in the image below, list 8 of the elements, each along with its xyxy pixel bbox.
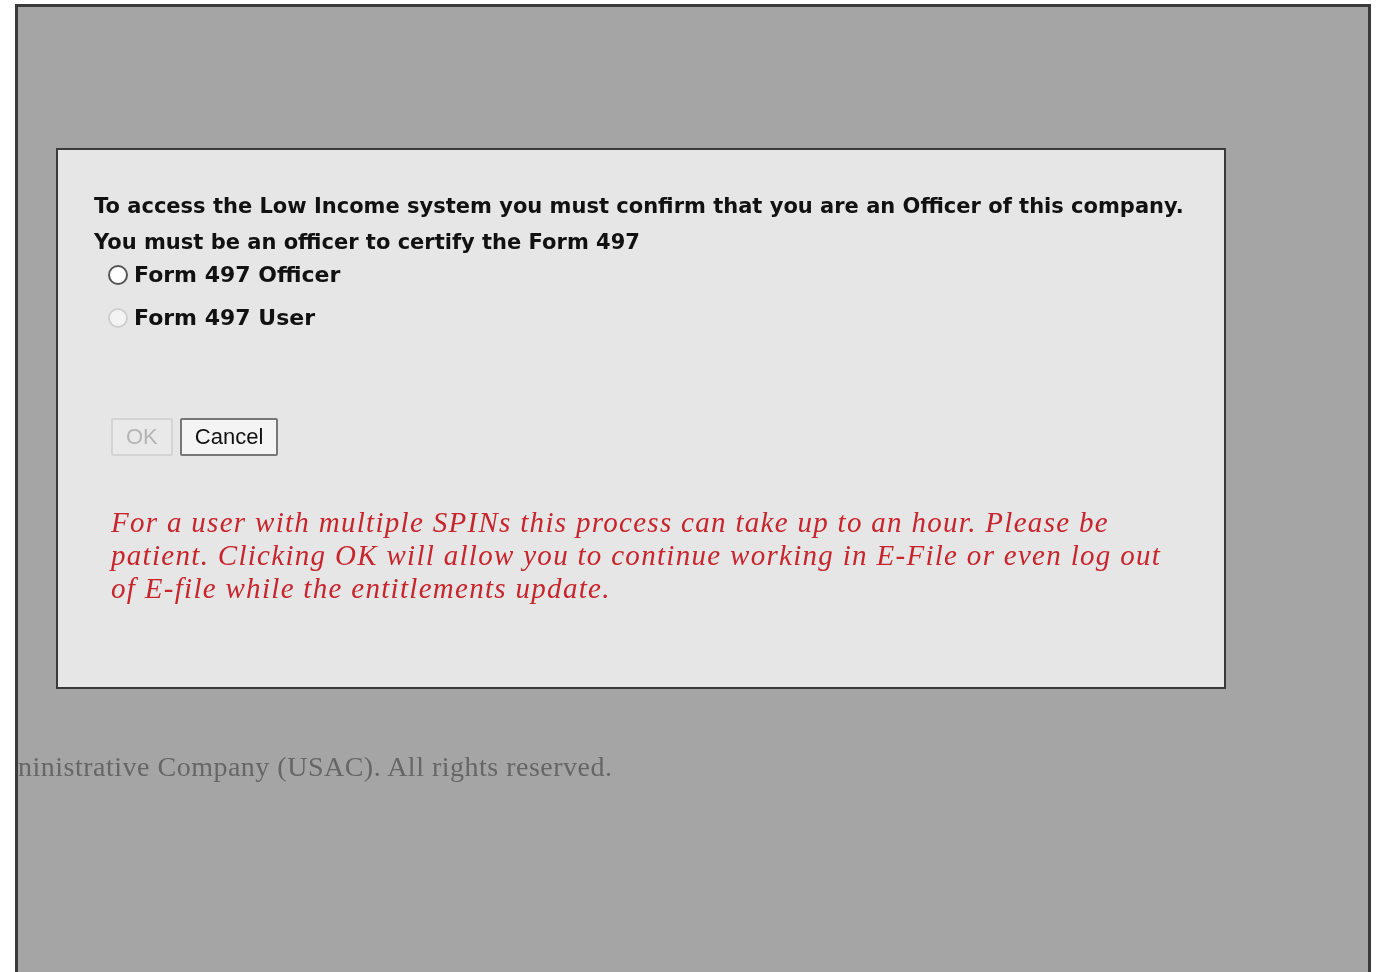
copyright-text: ninistrative Company (USAC). All rights reserved. (18, 751, 614, 783)
option-label: Form 497 User (134, 305, 315, 330)
warning-note: For a user with multiple SPINs this process can take up to an hour. Please be patient. Clicking OK will allow you to continue working in E-File or even log out of E-file while the entitlements update. (111, 506, 1163, 605)
radio-option[interactable]: Form 497 Officer (108, 262, 1194, 287)
dialog-message: To access the Low Income system you must confirm that you are an Officer of this company. You must be an officer to certify the Form 497 (94, 193, 1185, 256)
option-label: Form 497 Officer (134, 262, 341, 287)
cancel-button[interactable]: Cancel (179, 418, 279, 456)
radio-button[interactable] (108, 264, 128, 285)
